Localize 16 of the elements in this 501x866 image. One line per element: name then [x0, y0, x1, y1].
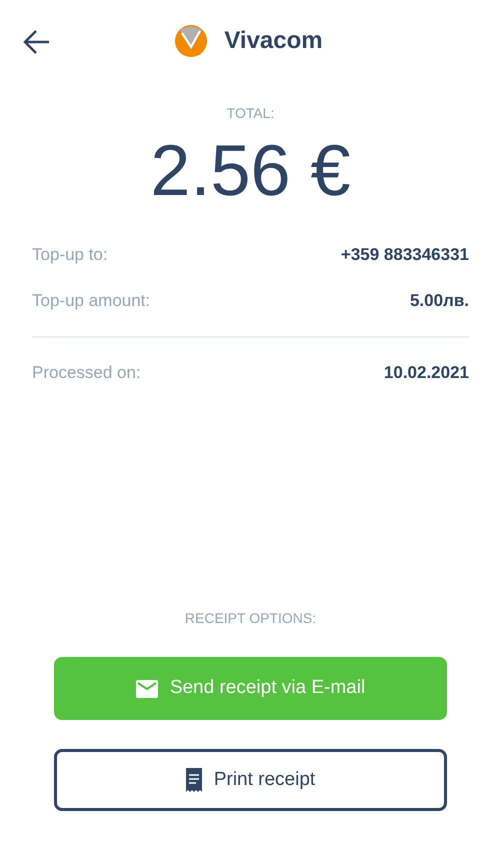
- app-title: Vivacom: [224, 26, 323, 56]
- logo-icon: [174, 25, 208, 57]
- detail-label: Top-up to:: [32, 244, 108, 266]
- detail-value: 5.00лв.: [410, 290, 469, 312]
- back-button[interactable]: [22, 28, 52, 56]
- detail-value: +359 883346331: [340, 244, 469, 266]
- detail-label: Top-up amount:: [32, 290, 150, 312]
- back-arrow-icon: [23, 29, 51, 55]
- receipt-icon: [186, 768, 202, 792]
- print-receipt-button[interactable]: Print receipt: [54, 749, 447, 811]
- total-amount: 2.56 €: [150, 131, 351, 211]
- detail-label: Processed on:: [32, 362, 141, 384]
- detail-value: 10.02.2021: [384, 362, 469, 384]
- total-label: TOTAL:: [226, 104, 274, 123]
- receipt-options-heading: RECEIPT OPTIONS:: [184, 609, 316, 628]
- envelope-icon: [136, 680, 158, 698]
